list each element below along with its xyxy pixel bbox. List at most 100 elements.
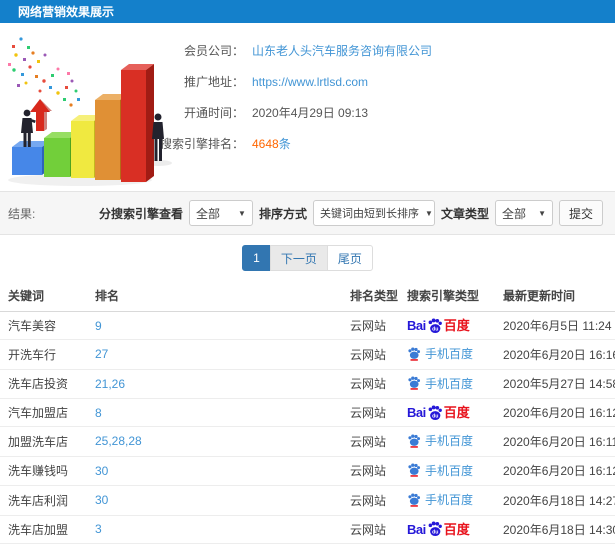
- updated-cell: 2020年6月20日 16:12: [495, 398, 615, 427]
- table-header-row: 关键词 排名 排名类型 搜索引擎类型 最新更新时间: [0, 280, 615, 312]
- updated-cell: 2020年5月27日 14:58: [495, 369, 615, 399]
- baidu-pc-logo: Bai du 百度: [407, 521, 470, 537]
- rank-unit: 条: [278, 137, 291, 151]
- updated-cell: 2020年6月20日 16:11: [495, 426, 615, 457]
- info-row-opened: 开通时间： 2020年4月29日 09:13: [160, 97, 615, 128]
- updated-cell: 2020年6月5日 11:24: [495, 311, 615, 340]
- pagination: 1 下一页 尾页: [0, 235, 615, 280]
- promo-url-link[interactable]: https://www.lrtlsd.com: [252, 75, 368, 89]
- baidu-mobile-logo: 手机百度: [407, 491, 473, 508]
- sort-label: 排序方式: [258, 206, 307, 221]
- mobile-baidu-paw-icon: [408, 492, 421, 507]
- keyword-cell: 洗车赚钱吗: [0, 456, 87, 486]
- company-link[interactable]: 山东老人头汽车服务咨询有限公司: [252, 42, 432, 59]
- table-row: 洗车店投资 21,26 云网站 du: [0, 369, 615, 399]
- mobile-baidu-paw-icon: [408, 376, 421, 390]
- keyword-cell: 加盟洗车店: [0, 426, 87, 457]
- engine-filter-selected-value: 全部: [195, 206, 220, 221]
- baidu-paw-icon: du: [428, 405, 442, 420]
- info-row-rank: 搜索引擎排名： 4648条: [160, 128, 615, 159]
- baidu-paw-icon: du: [428, 521, 442, 537]
- mobile-baidu-label: 手机百度: [425, 376, 474, 391]
- baidu-logo-baidu-text: 百度: [443, 521, 470, 537]
- pagination-page-1[interactable]: 1: [242, 245, 271, 271]
- updated-cell: 2020年6月18日 14:30: [495, 515, 615, 544]
- open-time-value: 2020年4月29日 09:13: [252, 106, 369, 120]
- table-row: 汽车加盟店 8 云网站 Bai du 百度 2020年6月20日 16:12: [0, 398, 615, 427]
- keyword-cell: 汽车加盟店: [0, 398, 87, 427]
- rank-link[interactable]: 27: [95, 347, 108, 361]
- article-type-label: 文章类型: [440, 206, 489, 221]
- member-info: 会员公司： 山东老人头汽车服务咨询有限公司 推广地址： https://www.…: [160, 23, 615, 159]
- baidu-pc-logo: Bai du 百度: [407, 318, 470, 334]
- chevron-down-icon: ▼: [238, 208, 246, 218]
- updated-cell: 2020年6月20日 16:12: [495, 456, 615, 486]
- baidu-mobile-logo: 手机百度: [407, 345, 473, 362]
- rank-link[interactable]: 30: [95, 493, 108, 507]
- filter-bar: 结果: 分搜索引擎查看 全部 ▼ 排序方式 关键词由短到长排序 ▼ 文章类型 全…: [0, 191, 615, 235]
- header-engine-type: 搜索引擎类型: [399, 280, 495, 312]
- engine-filter-select[interactable]: 全部 ▼: [188, 200, 253, 226]
- table-row: 开洗车行 27 云网站 du: [0, 339, 615, 370]
- table-body: 汽车美容 9 云网站 Bai du 百度 2020年6月5日 11:24 开洗车…: [0, 311, 615, 544]
- table-row: 洗车店利润 30 云网站 du: [0, 485, 615, 516]
- article-type-select[interactable]: 全部 ▼: [495, 200, 553, 226]
- info-row-company: 会员公司： 山东老人头汽车服务咨询有限公司: [160, 35, 615, 66]
- mobile-baidu-label: 手机百度: [425, 463, 474, 478]
- baidu-mobile-logo: 手机百度: [407, 375, 473, 392]
- table-row: 加盟洗车店 25,28,28 云网站 du: [0, 426, 615, 457]
- baidu-logo-du-text: du: [432, 413, 438, 419]
- rank-type-cell: 云网站: [342, 369, 399, 399]
- header-rank-type: 排名类型: [342, 280, 399, 312]
- rank-link[interactable]: 8: [95, 406, 102, 420]
- rank-type-cell: 云网站: [342, 339, 399, 370]
- engine-rank-value: 4648条: [252, 135, 291, 152]
- submit-button[interactable]: 提交: [559, 200, 603, 226]
- header-keyword: 关键词: [0, 280, 87, 312]
- rank-link[interactable]: 9: [95, 319, 102, 333]
- hero-section: 会员公司： 山东老人头汽车服务咨询有限公司 推广地址： https://www.…: [0, 23, 615, 191]
- rank-type-cell: 云网站: [342, 485, 399, 516]
- rank-link[interactable]: 30: [95, 464, 108, 478]
- updated-cell: 2020年6月20日 16:16: [495, 339, 615, 370]
- header-rank: 排名: [87, 280, 342, 312]
- keyword-cell: 洗车店投资: [0, 369, 87, 399]
- info-row-url: 推广地址： https://www.lrtlsd.com: [160, 66, 615, 97]
- pagination-last-button[interactable]: 尾页: [326, 245, 373, 271]
- rank-type-cell: 云网站: [342, 515, 399, 544]
- page: 网络营销效果展示 会员公司： 山东老人头汽车服务咨询有限公司 推广地址： htt…: [0, 0, 615, 544]
- titlebar: 网络营销效果展示: [0, 0, 615, 23]
- article-type-selected-value: 全部: [502, 206, 527, 221]
- rank-count: 4648: [252, 137, 279, 151]
- rank-link[interactable]: 25,28,28: [95, 434, 142, 448]
- bar-chart-clipart: [8, 37, 172, 186]
- mobile-baidu-label: 手机百度: [425, 493, 474, 507]
- results-table: 关键词 排名 排名类型 搜索引擎类型 最新更新时间 汽车美容 9 云网站 Bai: [0, 280, 615, 544]
- chevron-down-icon: ▼: [538, 208, 546, 218]
- baidu-logo-bai-text: Bai: [407, 318, 426, 333]
- baidu-logo-du-text: du: [432, 326, 438, 332]
- rank-type-cell: 云网站: [342, 426, 399, 457]
- confetti-dots: [8, 37, 80, 107]
- rank-link[interactable]: 3: [95, 522, 102, 536]
- sort-select[interactable]: 关键词由短到长排序 ▼: [312, 200, 435, 226]
- mobile-baidu-label: 手机百度: [425, 347, 474, 361]
- table-row: 汽车美容 9 云网站 Bai du 百度 2020年6月5日 11:24: [0, 311, 615, 340]
- baidu-logo-baidu-text: 百度: [443, 318, 470, 333]
- keyword-cell: 开洗车行: [0, 339, 87, 370]
- rank-link[interactable]: 21,26: [95, 377, 125, 391]
- baidu-pc-logo: Bai du 百度: [407, 405, 470, 421]
- mobile-baidu-label: 手机百度: [425, 434, 474, 448]
- keyword-cell: 汽车美容: [0, 311, 87, 340]
- sort-selected-value: 关键词由短到长排序: [319, 208, 419, 220]
- baidu-mobile-logo: 手机百度: [407, 462, 473, 479]
- baidu-logo-bai-text: Bai: [407, 521, 426, 537]
- chevron-down-icon: ▼: [424, 208, 433, 218]
- mobile-baidu-paw-icon: [408, 433, 421, 448]
- rank-type-cell: 云网站: [342, 398, 399, 427]
- rank-type-cell: 云网站: [342, 456, 399, 486]
- pagination-next-button[interactable]: 下一页: [269, 245, 328, 271]
- mobile-baidu-paw-icon: [408, 346, 421, 361]
- header-updated: 最新更新时间: [495, 280, 615, 312]
- updated-cell: 2020年6月18日 14:27: [495, 485, 615, 516]
